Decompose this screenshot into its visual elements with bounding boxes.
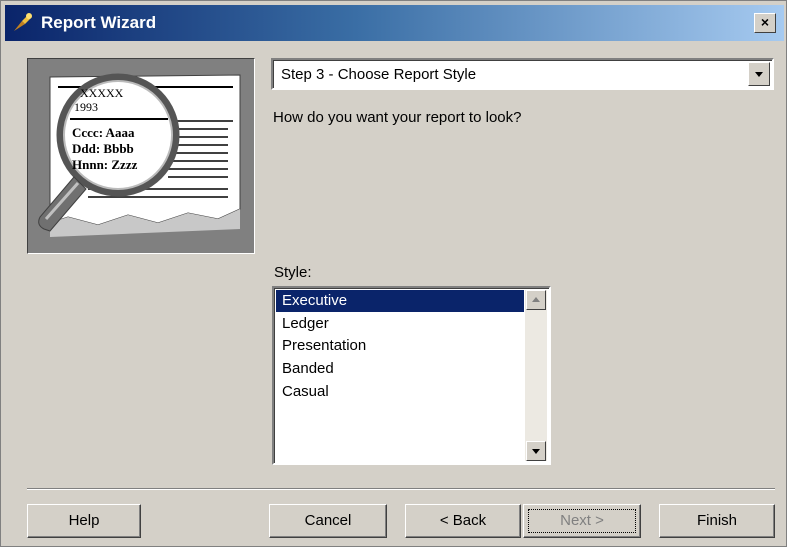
step-dropdown[interactable]: Step 3 - Choose Report Style bbox=[271, 58, 774, 90]
style-option-executive[interactable]: Executive bbox=[276, 290, 524, 312]
arrow-down-icon bbox=[532, 449, 540, 454]
scroll-up-button[interactable] bbox=[526, 290, 546, 310]
illustration-line-3: Cccc: Aaaa bbox=[72, 125, 135, 140]
step-dropdown-button[interactable] bbox=[748, 62, 770, 86]
illustration-line-2: 1993 bbox=[74, 100, 98, 114]
back-button[interactable]: < Back bbox=[405, 504, 521, 538]
next-button[interactable]: Next > bbox=[523, 504, 641, 538]
arrow-up-icon bbox=[532, 297, 540, 302]
window-title: Report Wizard bbox=[41, 13, 157, 32]
report-wizard-window: Report Wizard × XXXXX 1993 Cccc: Aaaa Dd… bbox=[0, 0, 787, 547]
scroll-down-button[interactable] bbox=[526, 441, 546, 461]
style-listbox[interactable]: Executive Ledger Presentation Banded Cas… bbox=[272, 286, 551, 465]
style-scrollbar[interactable] bbox=[525, 290, 547, 461]
close-icon: × bbox=[760, 14, 770, 30]
close-button[interactable]: × bbox=[754, 13, 776, 33]
style-option-ledger[interactable]: Ledger bbox=[276, 313, 524, 335]
style-option-casual[interactable]: Casual bbox=[276, 381, 524, 403]
finish-button[interactable]: Finish bbox=[659, 504, 775, 538]
button-separator bbox=[27, 488, 775, 490]
magnifier-report-icon: XXXXX 1993 Cccc: Aaaa Ddd: Bbbb Hnnn: Zz… bbox=[28, 59, 254, 253]
illustration-line-1: XXXXX bbox=[80, 86, 124, 100]
step-dropdown-value: Step 3 - Choose Report Style bbox=[281, 66, 477, 83]
style-label: Style: bbox=[274, 264, 312, 281]
cancel-button[interactable]: Cancel bbox=[269, 504, 387, 538]
illustration-line-5: Hnnn: Zzzz bbox=[72, 157, 138, 172]
wizard-icon bbox=[14, 13, 32, 31]
chevron-down-icon bbox=[755, 72, 763, 77]
illustration-line-4: Ddd: Bbbb bbox=[72, 141, 134, 156]
style-option-banded[interactable]: Banded bbox=[276, 358, 524, 380]
report-illustration: XXXXX 1993 Cccc: Aaaa Ddd: Bbbb Hnnn: Zz… bbox=[27, 58, 255, 254]
style-option-presentation[interactable]: Presentation bbox=[276, 335, 524, 357]
title-bar[interactable]: Report Wizard × bbox=[5, 5, 784, 41]
question-text: How do you want your report to look? bbox=[273, 109, 522, 126]
help-button[interactable]: Help bbox=[27, 504, 141, 538]
